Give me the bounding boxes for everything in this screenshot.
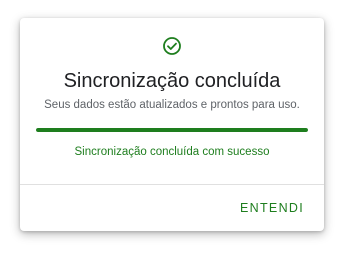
progress-bar-fill <box>36 128 308 132</box>
progress-bar <box>36 128 308 132</box>
dialog-title: Sincronização concluída <box>63 70 281 92</box>
dialog-actions: ENTENDI <box>20 185 324 231</box>
dialog-subtitle: Seus dados estão atualizados e prontos p… <box>44 99 300 111</box>
check-circle-icon <box>163 37 181 55</box>
dialog-content: Sincronização concluída Seus dados estão… <box>20 18 324 184</box>
ok-button[interactable]: ENTENDI <box>232 194 312 222</box>
status-message: Sincronização concluída com sucesso <box>74 146 270 158</box>
sync-complete-dialog: Sincronização concluída Seus dados estão… <box>20 18 324 231</box>
